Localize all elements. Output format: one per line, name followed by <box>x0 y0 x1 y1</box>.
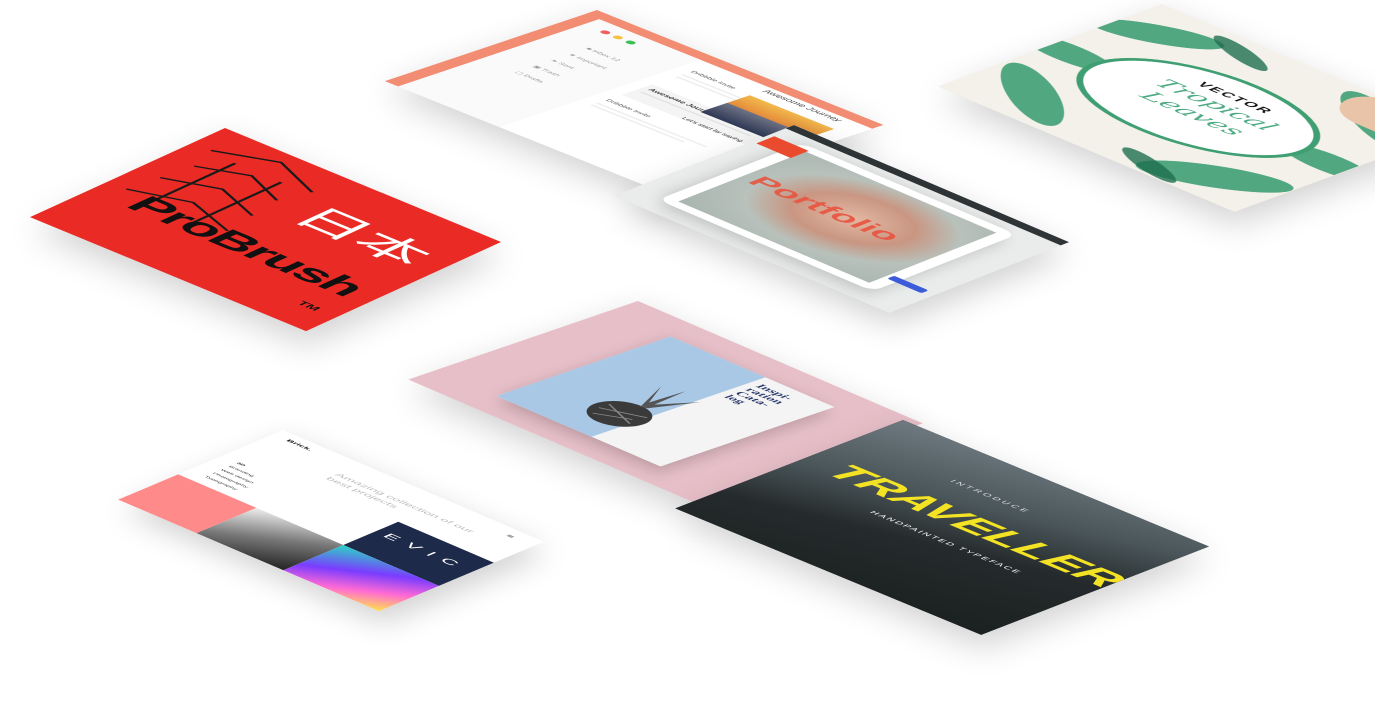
blue-button[interactable] <box>887 275 929 294</box>
probrush-tm: TM <box>294 299 324 313</box>
isometric-showcase: Inspi- ration Cata- log ■ Inbox 12 ★ Imp… <box>0 0 1375 714</box>
brick-logo: Brick. <box>284 438 315 452</box>
sidebar-item-drafts[interactable]: ▢ Drafts <box>513 71 546 84</box>
menu-icon[interactable]: ≡ <box>504 533 517 539</box>
brick-card: Brick. Amazing collection of our best pr… <box>118 430 544 612</box>
nav-3d[interactable]: 3D <box>235 462 246 467</box>
inbox-count-badge: 12 <box>608 56 623 62</box>
close-dot[interactable] <box>598 29 613 35</box>
tropical-card: VECTOR Tropical Leaves <box>937 4 1375 212</box>
catalog-booklet: Inspi- ration Cata- log <box>496 336 835 467</box>
maximize-dot[interactable] <box>623 39 638 46</box>
probrush-card: 日本 ProBrush TM <box>30 128 501 332</box>
sidebar-item-trash[interactable]: ▣ Trash <box>531 65 562 77</box>
minimize-dot[interactable] <box>610 34 625 40</box>
sidebar-item-sent[interactable]: ➤ Sent <box>549 59 577 70</box>
tablet-frame: Portfolio <box>657 143 1017 292</box>
